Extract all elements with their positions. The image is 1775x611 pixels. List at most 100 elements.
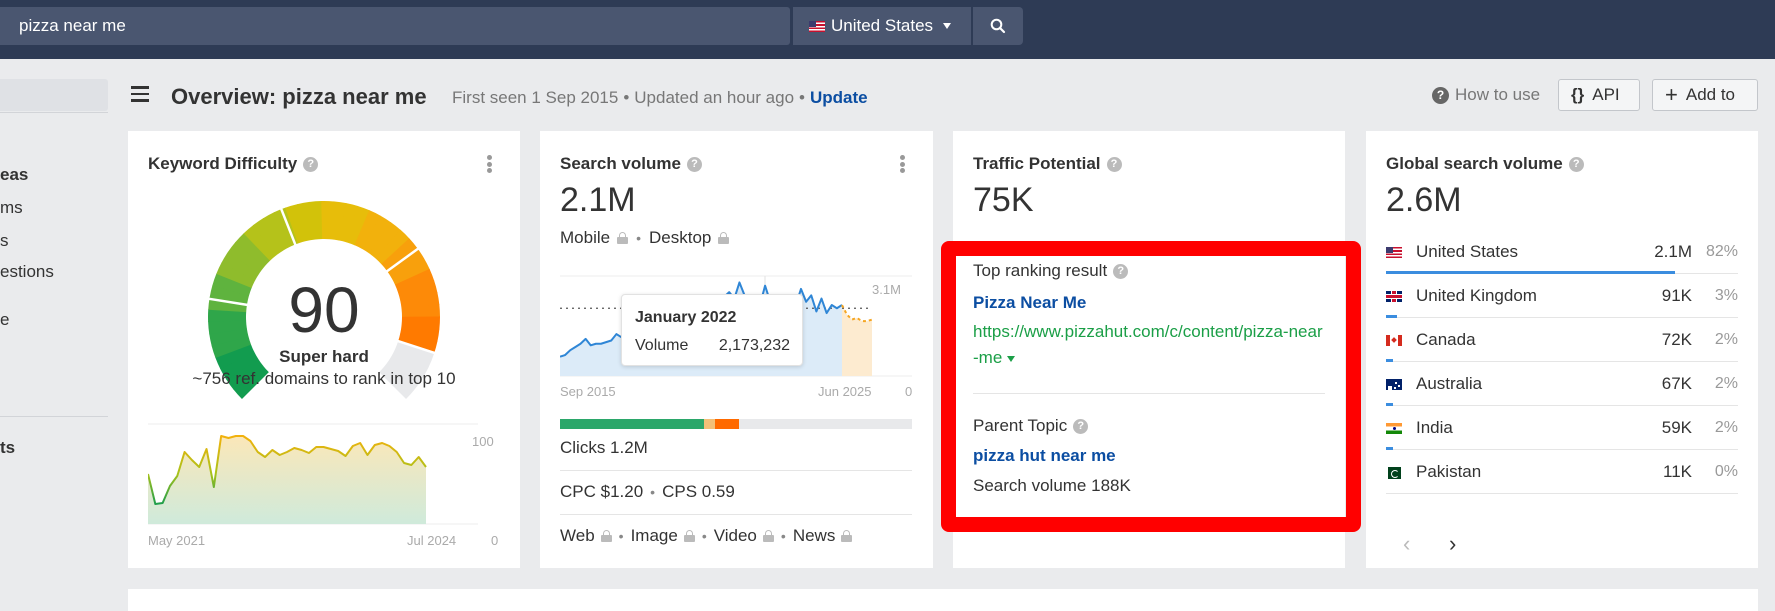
clicks-row: Clicks 1.2M [560,438,912,458]
sidebar-item-suggestions[interactable]: s [0,231,9,251]
country-name: United Kingdom [1416,286,1537,305]
chevron-right-icon[interactable]: › [1449,531,1456,557]
desktop-label: Desktop [649,228,712,247]
chevron-down-icon [943,23,952,29]
country-percent: 2% [1714,375,1738,392]
forecast-area [842,305,872,376]
card-title: Keyword Difficulty ? [148,154,319,174]
in-flag-icon [1386,423,1402,434]
sidebar-item-questions[interactable]: estions [0,262,54,282]
country-row[interactable]: United Kingdom 91K 3% [1386,274,1738,318]
api-button[interactable]: {} API [1558,79,1640,111]
ca-flag-icon [1386,335,1402,346]
kd-area [148,436,426,524]
organic-clicks-segment [560,419,705,429]
country-selector[interactable]: United States [793,7,971,45]
update-link[interactable]: Update [810,88,868,107]
sidebar-item-terms[interactable]: ms [0,198,23,218]
sidebar-search-box[interactable] [0,79,108,111]
help-icon[interactable]: ? [1106,156,1122,172]
more-options-icon[interactable] [899,155,905,173]
pk-flag-icon [1388,467,1401,479]
top-ranking-label-text: Top ranking result [973,261,1108,280]
url-text[interactable]: https://www.pizzahut.com/c/content/pizza… [973,322,1323,367]
top-ranking-label: Top ranking result ? [973,261,1129,281]
us-flag-icon [1386,247,1402,258]
lock-icon [617,232,629,244]
country-name: Australia [1416,374,1483,393]
country-row[interactable]: Canada 72K 2% [1386,318,1738,362]
lock-icon [762,530,774,542]
cps-value: CPS 0.59 [662,482,735,501]
separator: • [618,528,624,544]
y-axis-min-label: 0 [905,384,913,399]
parent-topic-link[interactable]: pizza hut near me [973,446,1116,466]
divider [560,470,912,471]
lock-icon [683,530,695,542]
help-icon[interactable]: ? [1073,418,1089,434]
traffic-potential-value: 75K [973,181,1034,219]
x-axis-start-label: May 2021 [148,533,206,548]
help-icon[interactable]: ? [303,156,319,172]
serp-video: Video [713,526,757,545]
more-options-icon[interactable] [486,155,492,173]
top-ranking-title-link[interactable]: Pizza Near Me [973,293,1086,313]
separator: • [650,484,656,500]
top-bar: United States [0,0,1775,59]
country-row[interactable]: United States 2.1M 82% [1386,230,1738,274]
country-percent: 3% [1714,287,1738,304]
help-icon[interactable]: ? [686,156,702,172]
country-volume: 59K [1661,418,1692,437]
separator: • [799,88,805,107]
gsv-title: Global search volume [1386,154,1563,173]
country-percent: 2% [1714,419,1738,436]
tp-title: Traffic Potential [973,154,1101,173]
help-icon[interactable]: ? [1113,263,1129,279]
api-label: API [1592,85,1620,104]
us-flag-icon [809,20,825,32]
traffic-potential-card: Traffic Potential ? 75K Top ranking resu… [953,131,1345,568]
tooltip-value: 2,173,232 [718,337,790,354]
paid-clicks-segment [714,419,740,429]
y-axis-max-label: 3.1M [872,282,901,297]
country-name: Canada [1416,330,1476,349]
cpc-value: CPC $1.20 [560,482,644,501]
top-ranking-url[interactable]: https://www.pizzahut.com/c/content/pizza… [973,319,1323,371]
country-volume: 91K [1661,286,1692,305]
separator: • [701,528,707,544]
help-icon[interactable]: ? [1568,156,1584,172]
sidebar-item-ideas[interactable]: eas [0,165,28,185]
serp-types-row: Web • Image • Video • News [560,526,912,546]
how-to-use-link[interactable]: ? How to use [1432,85,1540,105]
country-name: India [1416,418,1453,437]
add-to-button[interactable]: + Add to [1652,79,1758,111]
sidebar-item-more[interactable]: e [0,310,9,330]
keyword-search-input[interactable] [0,7,790,45]
caret-down-icon[interactable] [1007,355,1016,362]
country-row[interactable]: Australia 67K 2% [1386,362,1738,406]
country-percent: 2% [1714,331,1738,348]
hamburger-menu-icon[interactable] [131,86,149,102]
paid-light-segment [704,419,715,429]
country-name: United States [1416,242,1519,261]
search-button[interactable] [973,7,1023,45]
plus-icon: + [1665,82,1678,107]
country-volume: 67K [1661,374,1692,393]
mobile-label: Mobile [560,228,611,247]
search-volume-card: Search volume ? 2.1M Mobile • Desktop 3.… [540,131,933,568]
country-row[interactable]: India 59K 2% [1386,406,1738,450]
x-axis-end-label: Jun 2025 [818,384,872,399]
uk-flag-icon [1386,291,1402,302]
lock-icon [600,530,612,542]
sidebar-divider [0,416,108,417]
kd-score: 90 [288,274,360,346]
country-volume: 11K [1663,462,1692,481]
kd-label: Super hard [279,347,369,366]
country-row[interactable]: Pakistan 11K 0% [1386,450,1738,494]
y-axis-max-label: 100 [472,434,494,449]
chevron-left-icon[interactable]: ‹ [1403,531,1410,557]
sidebar-item-reports[interactable]: ts [0,438,15,458]
tooltip-key: Volume [635,337,689,354]
divider [973,393,1325,394]
divider [560,514,912,515]
